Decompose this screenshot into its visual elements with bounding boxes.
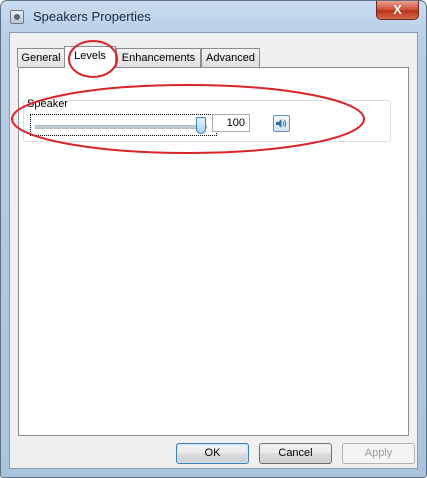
levels-tab-panel: Speaker 100 [18,67,409,436]
window-title: Speakers Properties [33,9,151,24]
slider-thumb[interactable] [196,117,206,134]
dialog-window: Speakers Properties X General Levels Enh… [0,0,427,478]
speaker-group-label: Speaker [26,98,69,110]
speaker-volume-slider[interactable] [30,114,217,136]
title-bar[interactable]: Speakers Properties X [1,1,426,33]
tab-enhancements[interactable]: Enhancements [116,48,201,67]
slider-fill [36,126,206,128]
apply-button[interactable]: Apply [342,443,415,464]
tab-general[interactable]: General [17,48,65,67]
tab-advanced[interactable]: Advanced [201,48,260,67]
speaker-device-icon [10,10,24,24]
speaker-level-value[interactable]: 100 [212,114,250,132]
dialog-client-area: General Levels Enhancements Advanced Spe… [9,32,418,469]
tab-levels[interactable]: Levels [64,46,116,68]
mute-button[interactable] [273,115,290,132]
cancel-button[interactable]: Cancel [259,443,332,464]
close-button[interactable]: X [376,1,419,20]
speaker-icon [276,119,287,128]
slider-track [35,125,207,129]
ok-button[interactable]: OK [176,443,249,464]
close-icon: X [393,2,402,17]
speaker-level-group: Speaker 100 [23,98,391,142]
